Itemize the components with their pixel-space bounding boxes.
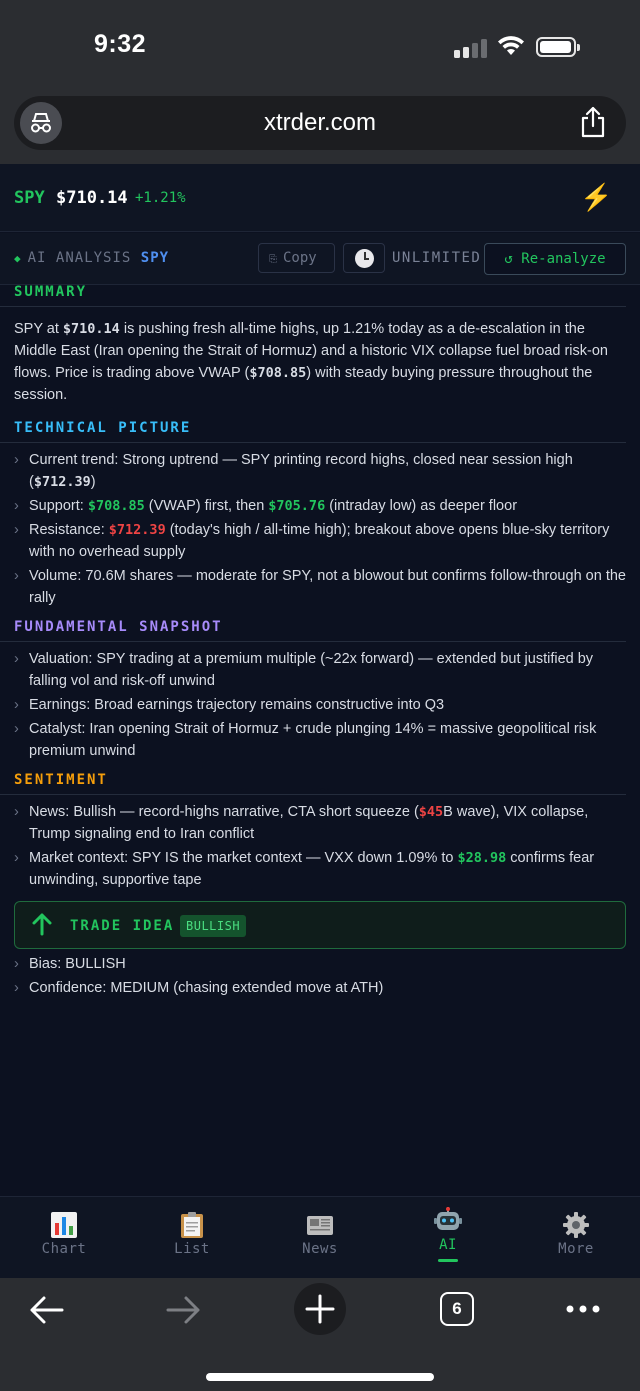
active-tab-indicator xyxy=(438,1259,458,1262)
list-item: Market context: SPY IS the market contex… xyxy=(14,847,626,891)
list-item: Bias: BULLISH xyxy=(14,953,626,975)
app-tab-bar: Chart List News AI More xyxy=(0,1196,640,1278)
reanalyze-button[interactable]: ↺ Re-analyze xyxy=(484,243,626,275)
new-tab-button[interactable] xyxy=(293,1282,347,1336)
ai-analysis-bar: ◆ AI ANALYSIS SPY ⎘ Copy UNLIMITED ↺ Re-an… xyxy=(0,233,640,285)
trade-list: Bias: BULLISH Confidence: MEDIUM (chasin… xyxy=(0,949,640,999)
ticker-change: +1.21% xyxy=(135,190,186,206)
sentiment-list: News: Bullish — record-highs narrative, … xyxy=(0,795,640,891)
technical-heading: TECHNICAL PICTURE xyxy=(0,420,626,443)
analysis-content: SUMMARY SPY at $710.14 is pushing fresh … xyxy=(0,284,640,1001)
address-bar[interactable]: xtrder.com xyxy=(14,96,626,150)
copy-icon: ⎘ xyxy=(269,254,277,265)
list-item: Valuation: SPY trading at a premium mult… xyxy=(14,648,626,692)
robot-icon xyxy=(434,1207,462,1230)
trade-idea-badge: BULLISH xyxy=(180,915,247,937)
status-bar: 9:32 xyxy=(0,0,640,92)
summary-text: SPY at $710.14 is pushing fresh all-time… xyxy=(14,321,608,403)
status-time: 9:32 xyxy=(94,30,147,58)
arrow-up-icon xyxy=(32,913,52,936)
list-item: Catalyst: Iran opening Strait of Hormuz … xyxy=(14,718,626,762)
fundamental-list: Valuation: SPY trading at a premium mult… xyxy=(0,642,640,762)
plan-label: UNLIMITED xyxy=(392,250,482,266)
ticker-header: SPY $710.14 +1.21% ⚡ xyxy=(0,164,640,232)
newspaper-icon xyxy=(307,1216,333,1235)
clock-icon xyxy=(355,249,374,268)
trade-idea-heading: TRADE IDEA xyxy=(70,918,175,934)
tab-switcher-button[interactable]: 6 xyxy=(440,1292,474,1326)
list-item: Current trend: Strong uptrend — SPY prin… xyxy=(14,449,626,493)
back-arrow-icon[interactable] xyxy=(28,1295,66,1325)
list-item: Confidence: MEDIUM (chasing extended mov… xyxy=(14,977,626,999)
cellular-signal-icon xyxy=(454,38,488,58)
tab-more[interactable]: More xyxy=(512,1197,640,1279)
gear-icon xyxy=(563,1212,589,1238)
tab-label: News xyxy=(302,1241,338,1257)
clipboard-icon xyxy=(181,1212,203,1238)
fundamental-heading: FUNDAMENTAL SNAPSHOT xyxy=(0,619,626,642)
tab-label: Chart xyxy=(41,1241,87,1257)
list-item: Volume: 70.6M shares — moderate for SPY,… xyxy=(14,565,626,609)
wifi-icon xyxy=(498,36,524,55)
bar-chart-icon xyxy=(51,1212,77,1238)
tab-chart[interactable]: Chart xyxy=(0,1197,128,1279)
ticker-symbol[interactable]: SPY xyxy=(14,188,45,208)
browser-nav-bar: 6 xyxy=(0,1278,640,1391)
tab-count: 6 xyxy=(452,1299,462,1318)
url-text[interactable]: xtrder.com xyxy=(14,109,626,137)
summary-heading: SUMMARY xyxy=(0,284,626,307)
technical-list: Current trend: Strong uptrend — SPY prin… xyxy=(0,443,640,609)
battery-icon xyxy=(536,37,580,57)
diamond-icon: ◆ xyxy=(14,252,22,265)
list-item: Earnings: Broad earnings trajectory rema… xyxy=(14,694,626,716)
copy-button[interactable]: ⎘ Copy xyxy=(258,243,335,273)
home-indicator[interactable] xyxy=(206,1373,434,1381)
tab-news[interactable]: News xyxy=(256,1197,384,1279)
browser-toolbar: xtrder.com xyxy=(0,92,640,164)
list-item: News: Bullish — record-highs narrative, … xyxy=(14,801,626,845)
sentiment-heading: SENTIMENT xyxy=(0,772,626,795)
ai-analysis-title: ◆ AI ANALYSIS SPY xyxy=(14,250,170,266)
history-button[interactable] xyxy=(343,243,385,273)
share-icon[interactable] xyxy=(580,106,606,138)
ticker-price: $710.14 xyxy=(56,188,128,208)
lightning-icon[interactable]: ⚡ xyxy=(580,182,612,213)
tab-ai[interactable]: AI xyxy=(384,1197,512,1279)
list-item: Resistance: $712.39 (today's high / all-… xyxy=(14,519,626,563)
tab-label: More xyxy=(558,1241,594,1257)
list-item: Support: $708.85 (VWAP) first, then $705… xyxy=(14,495,626,517)
ai-analysis-symbol: SPY xyxy=(140,250,170,266)
more-options-icon[interactable] xyxy=(565,1304,601,1314)
tab-label: List xyxy=(174,1241,210,1257)
trade-idea-card: TRADE IDEA BULLISH xyxy=(14,901,626,949)
forward-arrow-icon[interactable] xyxy=(164,1295,202,1325)
tab-label: AI xyxy=(439,1237,457,1253)
tab-list[interactable]: List xyxy=(128,1197,256,1279)
